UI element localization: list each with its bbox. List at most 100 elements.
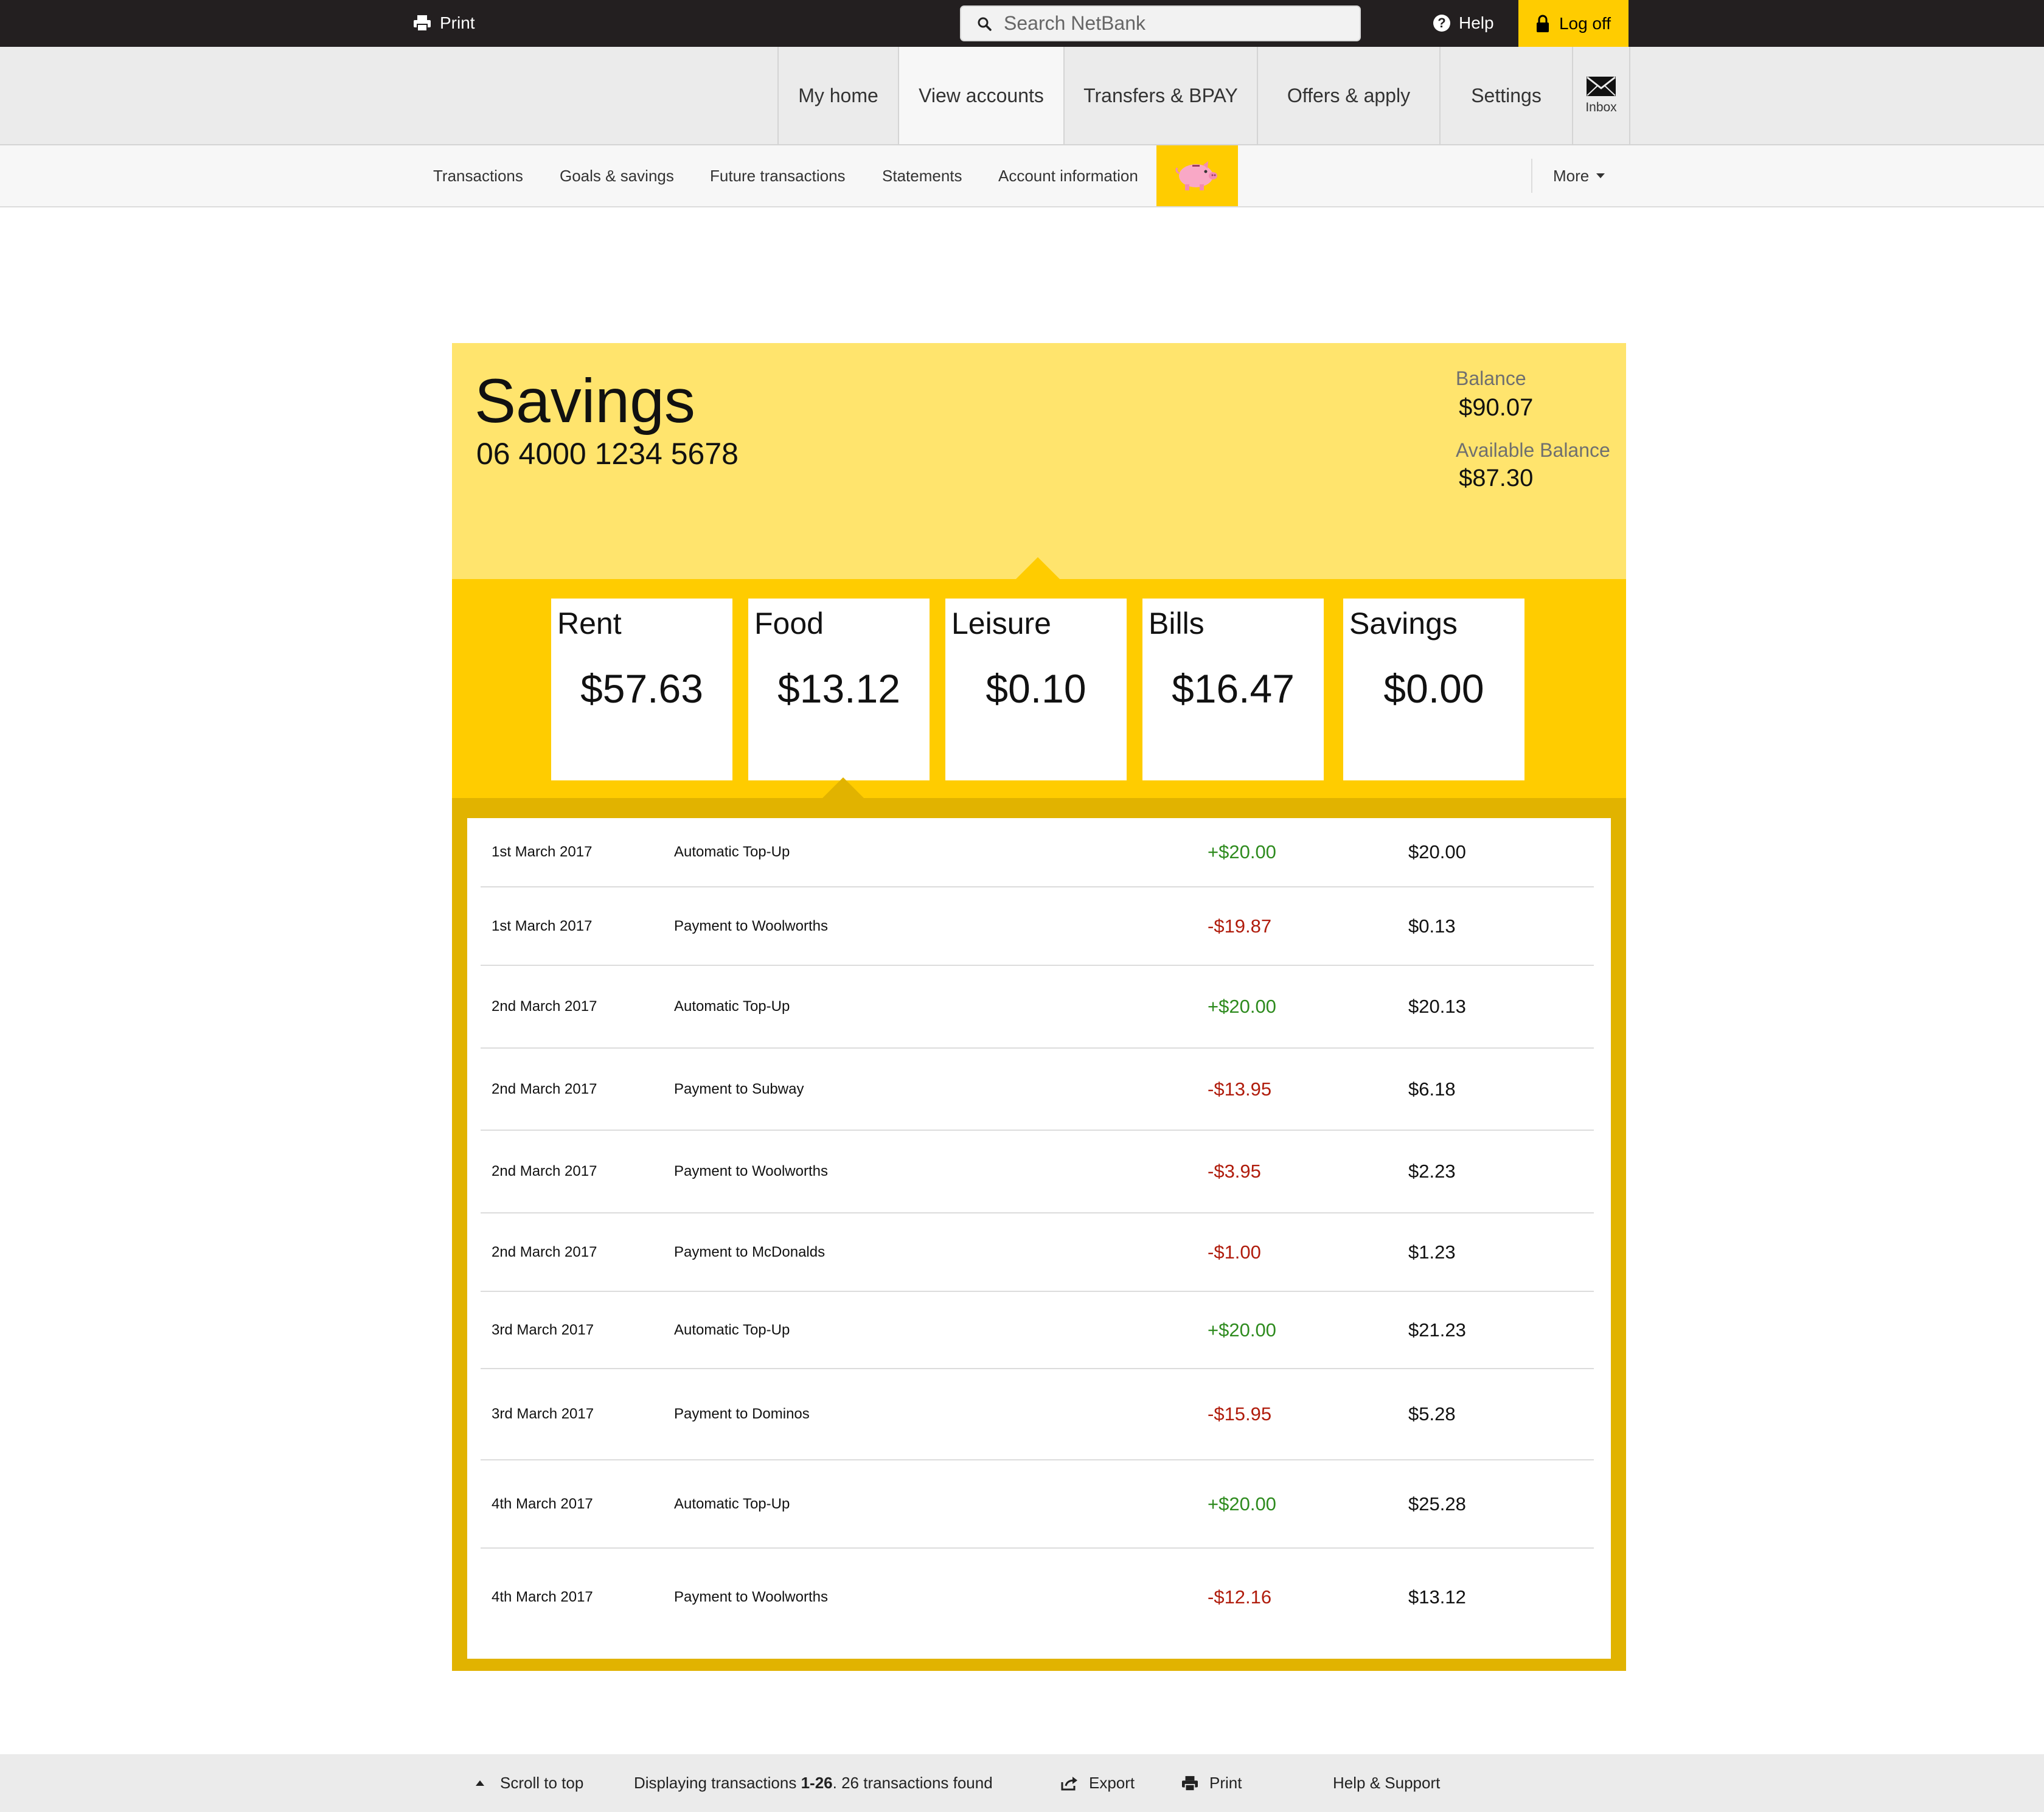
- transaction-amount: -$13.95: [1208, 1078, 1272, 1100]
- transaction-description: Payment to Woolworths: [674, 1163, 828, 1179]
- logoff-button[interactable]: Log off: [1518, 0, 1629, 47]
- top-print-link[interactable]: Print: [413, 11, 475, 35]
- category-amount: $57.63: [580, 666, 703, 711]
- nav-settings-label: Settings: [1471, 84, 1542, 106]
- transaction-amount: +$20.00: [1208, 996, 1276, 1017]
- top-utility-bar: Print ? Help Log off: [0, 0, 2044, 47]
- transaction-date: 4th March 2017: [492, 1589, 593, 1605]
- nav-transfers-bpay[interactable]: Transfers & BPAY: [1063, 47, 1257, 144]
- subnav-transactions-label: Transactions: [433, 166, 523, 185]
- available-balance-value: $87.30: [1459, 465, 1534, 491]
- transaction-description: Automatic Top-Up: [674, 844, 790, 860]
- balance-value: $90.07: [1459, 394, 1534, 421]
- transaction-balance: $6.18: [1408, 1078, 1456, 1100]
- transaction-row[interactable]: 4th March 2017 Payment to Woolworths -$1…: [481, 1549, 1594, 1646]
- category-name: Leisure: [951, 606, 1051, 640]
- category-amount: $0.00: [1383, 666, 1484, 711]
- category-name: Savings: [1349, 606, 1458, 640]
- transaction-date: 1st March 2017: [492, 917, 593, 934]
- transaction-description: Automatic Top-Up: [674, 1321, 790, 1338]
- category-name: Food: [754, 606, 824, 640]
- scroll-to-top-label: Scroll to top: [500, 1774, 584, 1792]
- nav-offers-apply[interactable]: Offers & apply: [1257, 47, 1439, 144]
- available-balance-label: Available Balance: [1456, 439, 1610, 461]
- transaction-description: Automatic Top-Up: [674, 1495, 790, 1512]
- top-print-label: Print: [440, 13, 475, 32]
- transaction-date: 3rd March 2017: [492, 1321, 594, 1338]
- search-icon: [978, 17, 992, 31]
- category-card-leisure[interactable]: Leisure $0.10: [945, 599, 1127, 780]
- printer-icon: [1182, 1776, 1198, 1791]
- transaction-description: Payment to Subway: [674, 1080, 804, 1097]
- transaction-amount: -$15.95: [1208, 1403, 1272, 1425]
- category-card-bills[interactable]: Bills $16.47: [1142, 599, 1324, 780]
- piggy-bank-icon: [1175, 161, 1217, 190]
- footer-print-link[interactable]: Print: [1181, 1754, 1242, 1812]
- transaction-description: Payment to Woolworths: [674, 917, 828, 934]
- transaction-row[interactable]: 1st March 2017 Payment to Woolworths -$1…: [481, 887, 1594, 966]
- category-name: Rent: [557, 606, 622, 640]
- search-input[interactable]: [1003, 12, 1321, 35]
- caret-down-icon: [1596, 173, 1605, 178]
- transaction-balance: $20.00: [1408, 841, 1466, 863]
- transaction-count-range: 1-26: [801, 1774, 833, 1792]
- transaction-row[interactable]: 3rd March 2017 Payment to Dominos -$15.9…: [481, 1369, 1594, 1460]
- subnav-piggy-bank-tab[interactable]: [1156, 145, 1238, 206]
- subnav-more-dropdown[interactable]: More: [1531, 159, 1605, 193]
- help-link[interactable]: ? Help: [1433, 11, 1494, 35]
- transaction-row[interactable]: 4th March 2017 Automatic Top-Up +$20.00 …: [481, 1460, 1594, 1549]
- subnav-account-information-label: Account information: [998, 166, 1138, 185]
- transaction-row[interactable]: 1st March 2017 Automatic Top-Up +$20.00 …: [481, 818, 1594, 887]
- main-navigation: My home View accounts Transfers & BPAY O…: [0, 47, 2044, 145]
- transaction-balance: $25.28: [1408, 1493, 1466, 1515]
- export-label: Export: [1089, 1774, 1135, 1792]
- nav-view-accounts-label: View accounts: [919, 84, 1044, 106]
- transaction-amount: -$12.16: [1208, 1586, 1272, 1608]
- search-box[interactable]: [960, 5, 1361, 41]
- transaction-date: 3rd March 2017: [492, 1406, 594, 1422]
- transaction-balance: $0.13: [1408, 915, 1456, 937]
- transaction-balance: $13.12: [1408, 1586, 1466, 1608]
- subnav-statements[interactable]: Statements: [882, 145, 962, 206]
- category-card-rent[interactable]: Rent $57.63: [551, 599, 732, 780]
- selected-category-pointer: [821, 777, 865, 799]
- export-link[interactable]: Export: [1061, 1754, 1135, 1812]
- subnav-future-transactions-label: Future transactions: [710, 166, 846, 185]
- transaction-row[interactable]: 2nd March 2017 Payment to McDonalds -$1.…: [481, 1213, 1594, 1292]
- subnav-statements-label: Statements: [882, 166, 962, 185]
- caret-up-icon: [476, 1780, 484, 1786]
- nav-inbox[interactable]: Inbox: [1572, 47, 1630, 144]
- subnav-future-transactions[interactable]: Future transactions: [710, 145, 846, 206]
- sub-navigation: Transactions Goals & savings Future tran…: [0, 145, 2044, 207]
- transaction-date: 2nd March 2017: [492, 1243, 597, 1260]
- nav-view-accounts[interactable]: View accounts: [898, 47, 1063, 144]
- transaction-row[interactable]: 3rd March 2017 Automatic Top-Up +$20.00 …: [481, 1292, 1594, 1369]
- padlock-icon: [1536, 15, 1549, 32]
- transaction-balance: $21.23: [1408, 1319, 1466, 1341]
- transaction-count-suffix: . 26 transactions found: [832, 1774, 993, 1792]
- export-icon: [1061, 1776, 1077, 1790]
- transaction-row[interactable]: 2nd March 2017 Payment to Subway -$13.95…: [481, 1049, 1594, 1131]
- subnav-account-information[interactable]: Account information: [998, 145, 1138, 206]
- category-card-savings[interactable]: Savings $0.00: [1343, 599, 1524, 780]
- logoff-label: Log off: [1559, 13, 1611, 33]
- transaction-row[interactable]: 2nd March 2017 Payment to Woolworths -$3…: [481, 1131, 1594, 1213]
- category-name: Bills: [1149, 606, 1204, 640]
- subnav-goals-savings[interactable]: Goals & savings: [560, 145, 674, 206]
- nav-my-home[interactable]: My home: [777, 47, 898, 144]
- subnav-transactions[interactable]: Transactions: [433, 145, 523, 206]
- transaction-amount: +$20.00: [1208, 1493, 1276, 1515]
- balance-label: Balance: [1456, 367, 1526, 389]
- transaction-balance: $1.23: [1408, 1241, 1456, 1263]
- transaction-date: 2nd March 2017: [492, 1080, 597, 1097]
- transaction-date: 1st March 2017: [492, 844, 593, 860]
- category-card-food[interactable]: Food $13.12: [748, 599, 930, 780]
- help-support-label: Help & Support: [1333, 1774, 1441, 1792]
- page-footer: Scroll to top Displaying transactions 1-…: [0, 1754, 2044, 1812]
- nav-settings[interactable]: Settings: [1439, 47, 1572, 144]
- transaction-row[interactable]: 2nd March 2017 Automatic Top-Up +$20.00 …: [481, 966, 1594, 1049]
- account-number: 06 4000 1234 5678: [476, 437, 739, 471]
- transaction-amount: -$3.95: [1208, 1161, 1261, 1182]
- scroll-to-top-link[interactable]: Scroll to top: [476, 1754, 583, 1812]
- help-support-link[interactable]: Help & Support: [1333, 1754, 1440, 1812]
